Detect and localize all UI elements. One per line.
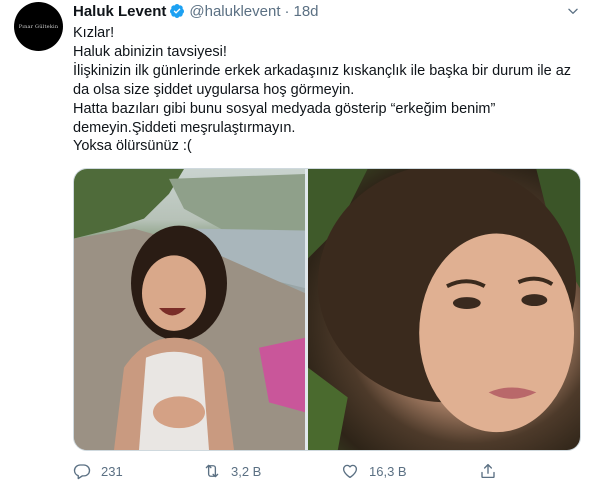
reply-icon [73, 464, 91, 480]
reply-count: 231 [101, 463, 123, 479]
tweet-header: Haluk Levent @haluklevent · 18d [73, 1, 319, 21]
verified-badge-icon [170, 4, 185, 18]
share-button[interactable] [479, 461, 497, 481]
photo-illustration [74, 169, 305, 450]
retweet-icon [205, 464, 219, 478]
tweet-actions: 231 3,2 B 16,3 B [73, 461, 583, 481]
tweet-text-line: Yoksa ölürsünüz :( [73, 138, 192, 155]
separator-dot: · [284, 2, 290, 20]
reply-button[interactable]: 231 [73, 461, 123, 481]
tweet-text-line: Kızlar! [73, 25, 115, 41]
media-photo-beach[interactable] [74, 169, 305, 450]
tweet-timestamp[interactable]: 18d [294, 3, 319, 20]
avatar[interactable]: Pınar Gültekin [14, 2, 63, 51]
tweet-media[interactable] [73, 168, 581, 451]
author-name[interactable]: Haluk Levent [73, 3, 166, 20]
photo-illustration [308, 169, 580, 450]
retweet-button[interactable]: 3,2 B [203, 461, 261, 481]
tweet-text: Kızlar! Haluk abinizin tavsiyesi! İlişki… [73, 24, 583, 156]
retweet-count: 3,2 B [231, 463, 262, 479]
share-icon [481, 463, 495, 479]
chevron-down-icon[interactable] [566, 4, 580, 18]
tweet-text-line: İlişkinizin ilk günlerinde erkek arkadaş… [73, 62, 572, 98]
media-photo-portrait[interactable] [308, 169, 580, 450]
tweet-text-line: Hatta bazıları gibi bunu sosyal medyada … [73, 100, 496, 136]
like-button[interactable]: 16,3 B [341, 461, 407, 481]
avatar-text: Pınar Gültekin [18, 23, 59, 30]
heart-icon [342, 464, 358, 479]
like-count: 16,3 B [369, 463, 407, 479]
tweet[interactable]: Pınar Gültekin Haluk Levent @haluklevent… [0, 0, 599, 493]
tweet-text-line: Haluk abinizin tavsiyesi! [73, 43, 227, 60]
author-handle[interactable]: @haluklevent [189, 3, 280, 20]
